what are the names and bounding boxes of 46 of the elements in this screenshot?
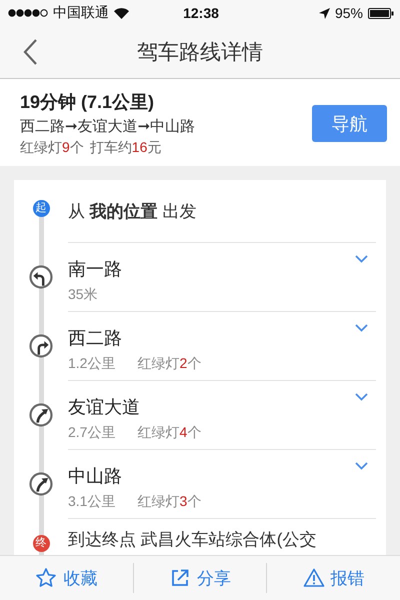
destination-text: 到达终点 武昌火车站综合体(公交 <box>68 528 316 550</box>
route-step[interactable]: 友谊大道 2.7公里 红绿灯4个 <box>14 381 386 450</box>
chevron-down-icon[interactable] <box>355 462 368 470</box>
taxi-fare: 打车约16元 <box>90 139 162 157</box>
chevron-down-icon[interactable] <box>355 255 368 263</box>
route-step[interactable]: 南一路 35米 <box>14 243 386 312</box>
page-title: 驾车路线详情 <box>137 40 263 66</box>
route-step[interactable]: 中山路 3.1公里 红绿灯3个 <box>14 450 386 519</box>
location-arrow-icon <box>318 8 330 18</box>
wifi-icon <box>114 8 129 18</box>
share-button[interactable]: 分享 <box>134 556 266 600</box>
chevron-down-icon[interactable] <box>355 393 368 401</box>
warning-icon <box>302 567 325 589</box>
traffic-light-count: 红绿灯9个 <box>20 139 84 157</box>
step-distance: 2.7公里 <box>68 424 116 442</box>
back-chevron-icon <box>22 38 38 66</box>
turn-right-icon <box>29 472 53 496</box>
end-marker: 终 <box>32 535 50 552</box>
traffic-light-count: 红绿灯2个 <box>137 355 202 373</box>
traffic-light-count: 红绿灯4个 <box>137 424 202 442</box>
battery-percent: 95% <box>334 5 363 21</box>
start-location: 从 我的位置 出发 <box>68 200 196 222</box>
road-name: 南一路 <box>68 258 123 281</box>
battery-icon <box>368 8 394 18</box>
share-icon <box>169 567 191 589</box>
road-name: 西二路 <box>68 327 123 350</box>
duration-distance: 19分钟 (7.1公里) <box>20 91 156 114</box>
signal-icon <box>8 9 48 17</box>
chevron-down-icon[interactable] <box>355 324 368 332</box>
road-name: 中山路 <box>68 465 123 488</box>
clock-time: 12:38 <box>183 5 219 21</box>
star-icon <box>35 567 58 589</box>
turn-right-icon <box>29 403 53 427</box>
step-distance: 1.2公里 <box>68 355 116 373</box>
start-marker: 起 <box>32 200 50 217</box>
turn-right-icon <box>29 334 53 358</box>
warning-button[interactable]: 报错 <box>267 556 400 600</box>
step-distance: 3.1公里 <box>68 493 116 511</box>
star-button[interactable]: 收藏 <box>0 556 133 600</box>
traffic-light-count: 红绿灯3个 <box>137 493 202 511</box>
turn-left-icon <box>29 265 53 289</box>
route-roads: 西二路➞友谊大道➞中山路 <box>20 117 196 136</box>
step-distance: 35米 <box>68 286 98 304</box>
carrier-name: 中国联通 <box>53 4 109 22</box>
road-name: 友谊大道 <box>68 396 141 419</box>
route-step[interactable]: 西二路 1.2公里 红绿灯2个 <box>14 312 386 381</box>
